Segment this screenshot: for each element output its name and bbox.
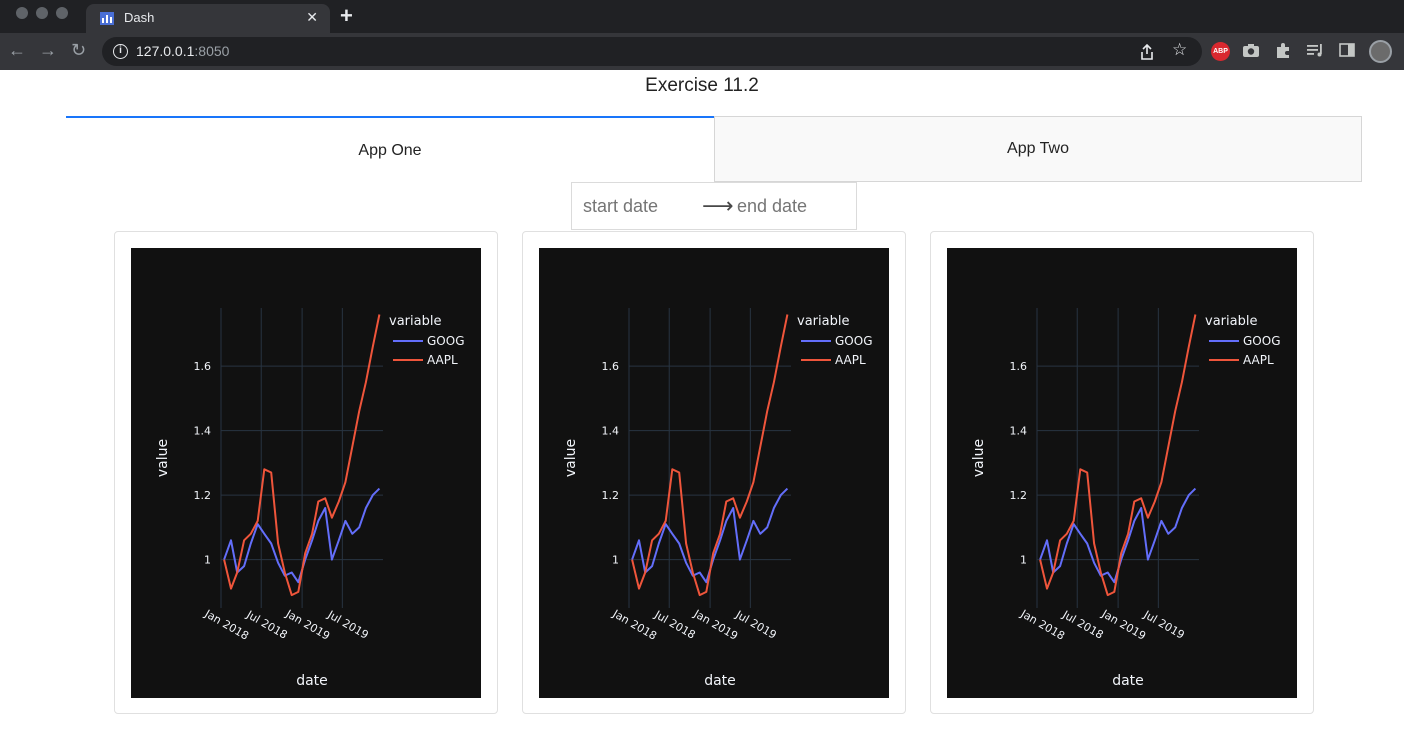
back-icon[interactable]: ← (8, 40, 26, 61)
x-tick-label: Jan 2018 (610, 607, 659, 643)
extensions-puzzle-icon[interactable] (1274, 41, 1292, 59)
bookmark-star-icon[interactable]: ☆ (1172, 40, 1187, 60)
new-tab-icon[interactable]: + (340, 3, 353, 29)
chart-card: 1 1.2 1.4 1.6 Jan 2018 Jul 2018 Jan 2019 Jul 20… (522, 231, 906, 714)
site-info-icon[interactable]: i (113, 44, 128, 59)
x-tick-label: Jul 2018 (1059, 608, 1105, 642)
x-tick-label: Jan 2019 (283, 607, 332, 643)
line-chart-svg: 1 1.2 1.4 1.6 Jan 2018Jul 2018Jan 2019Jul 20… (155, 308, 465, 689)
legend-label: GOOG (835, 334, 873, 348)
y-axis-title: value (971, 439, 987, 477)
chart-card: 1 1.2 1.4 1.6 Jan 2018 Jul 2018 Jan 2019 Jul 20… (114, 231, 498, 714)
legend-label: AAPL (835, 353, 866, 367)
x-tick-label: Jan 2018 (1018, 607, 1067, 643)
browser-toolbar: ← → ↻ i 127.0.0.1:8050 ☆ ABP (0, 33, 1404, 70)
y-tick-label: 1.2 (194, 489, 212, 502)
line-chart-svg: 1 1.2 1.4 1.6 Jan 2018Jul 2018Jan 2019Jul 20… (563, 308, 873, 689)
legend-title: variable (1205, 314, 1257, 329)
line-chart[interactable]: 1 1.2 1.4 1.6 Jan 2018 Jul 2018 Jan 2019 Jul 20… (539, 248, 889, 698)
reload-icon[interactable]: ↻ (71, 40, 86, 61)
range-arrow-icon: ⟶ (702, 193, 734, 218)
y-tick-label: 1.2 (1010, 489, 1028, 502)
x-tick-label: Jan 2019 (1099, 607, 1148, 643)
legend-label: AAPL (1243, 353, 1274, 367)
y-tick-label: 1.6 (602, 360, 620, 373)
close-tab-icon[interactable]: ✕ (306, 9, 318, 26)
tab-app-two[interactable]: App Two (714, 116, 1362, 182)
x-tick-label: Jul 2019 (325, 608, 371, 642)
end-date-input[interactable] (737, 196, 847, 217)
legend-label: AAPL (427, 353, 458, 367)
page-title: Exercise 11.2 (645, 75, 759, 96)
legend-label: GOOG (427, 334, 465, 348)
line-chart-svg: 1 1.2 1.4 1.6 Jan 2018Jul 2018Jan 2019Jul 20… (971, 308, 1281, 689)
media-playlist-icon[interactable] (1306, 41, 1324, 59)
app-tabs: App One App Two (66, 116, 1362, 182)
tab-app-one[interactable]: App One (66, 116, 714, 182)
date-range-picker: ⟶ (571, 182, 857, 230)
line-chart[interactable]: 1 1.2 1.4 1.6 Jan 2018 Jul 2018 Jan 2019 Jul 20… (947, 248, 1297, 698)
y-tick-label: 1.6 (1010, 360, 1028, 373)
dash-favicon-icon (100, 12, 114, 25)
legend-title: variable (797, 314, 849, 329)
x-tick-label: Jan 2018 (202, 607, 251, 643)
y-tick-label: 1.4 (194, 425, 212, 438)
y-tick-label: 1 (612, 554, 619, 567)
legend-label: GOOG (1243, 334, 1281, 348)
forward-icon[interactable]: → (39, 40, 57, 61)
window-close-dot[interactable] (16, 7, 28, 19)
camera-icon[interactable] (1242, 41, 1260, 59)
x-tick-label: Jul 2019 (1141, 608, 1187, 642)
profile-avatar[interactable] (1369, 40, 1392, 63)
address-bar[interactable]: i 127.0.0.1:8050 ☆ (102, 37, 1202, 66)
y-axis-title: value (563, 439, 579, 477)
y-tick-label: 1.6 (194, 360, 212, 373)
window-zoom-dot[interactable] (56, 7, 68, 19)
y-tick-label: 1 (1020, 554, 1027, 567)
x-tick-label: Jul 2018 (243, 608, 289, 642)
y-axis-title: value (155, 439, 171, 477)
chart-card: 1 1.2 1.4 1.6 Jan 2018 Jul 2018 Jan 2019 Jul 20… (930, 231, 1314, 714)
y-tick-label: 1.4 (602, 425, 620, 438)
y-tick-label: 1 (204, 554, 211, 567)
y-tick-label: 1.2 (602, 489, 620, 502)
line-chart[interactable]: 1 1.2 1.4 1.6 Jan 2018 Jul 2018 Jan 2019 Jul 20… (131, 248, 481, 698)
x-axis-title: date (704, 673, 736, 689)
share-icon[interactable] (1140, 44, 1154, 60)
browser-tab[interactable]: Dash ✕ (86, 4, 330, 33)
side-panel-icon[interactable] (1338, 41, 1356, 59)
x-axis-title: date (1112, 673, 1144, 689)
x-tick-label: Jul 2018 (651, 608, 697, 642)
x-tick-label: Jan 2019 (691, 607, 740, 643)
x-tick-label: Jul 2019 (733, 608, 779, 642)
browser-tab-bar: Dash ✕ + (0, 0, 1404, 33)
url-text[interactable]: 127.0.0.1:8050 (136, 43, 229, 59)
legend-title: variable (389, 314, 441, 329)
start-date-input[interactable] (583, 196, 693, 217)
x-axis-title: date (296, 673, 328, 689)
y-tick-label: 1.4 (1010, 425, 1028, 438)
window-minimize-dot[interactable] (36, 7, 48, 19)
tab-title: Dash (124, 10, 155, 25)
adblock-plus-icon[interactable]: ABP (1211, 42, 1230, 61)
